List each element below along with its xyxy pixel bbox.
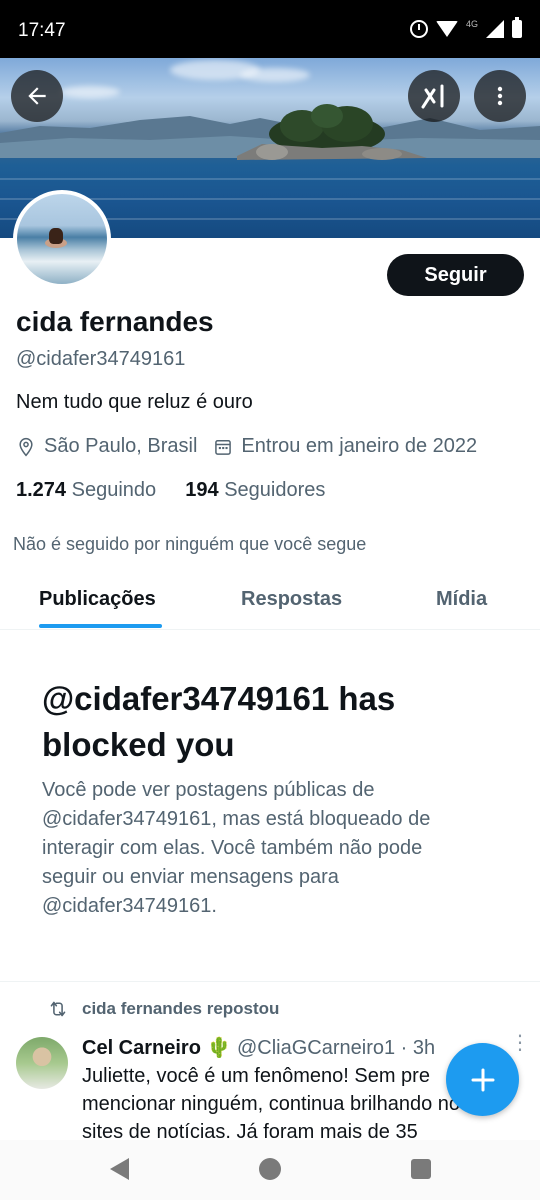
network-type-label: 4G [465,19,478,29]
wifi-icon [435,21,458,37]
following-label: Seguindo [71,479,157,501]
tweet-text[interactable]: Juliette, você é um fenômeno! Sem pre me… [82,1062,482,1140]
repost-icon [48,1000,68,1018]
status-icons: 4G [409,17,522,38]
profile-bio: Nem tudo que reluz é ouro [16,391,253,413]
calendar-icon [213,437,233,457]
profile-name: cida fernandes [16,306,214,337]
profile-meta: São Paulo, Brasil Entrou em janeiro de 2… [16,435,477,458]
more-options-button[interactable] [474,70,526,122]
tweet-author-handle[interactable]: @CliaGCarneiro1 [237,1037,395,1059]
grok-icon [421,84,444,109]
tab-midia[interactable]: Mídia [436,588,487,611]
blocked-title: @cidafer34749161 has blocked you [42,680,396,763]
alarm-icon [409,20,428,38]
profile-handle: @cidafer34749161 [16,348,186,370]
following-link[interactable]: 1.274 Seguindo [16,479,156,501]
cactus-emoji: 🌵 [206,1037,232,1059]
arrow-left-icon [28,87,46,105]
following-count: 1.274 [16,479,67,501]
tab-publicacoes[interactable]: Publicações [39,588,156,611]
repost-label: cida fernandes repostou [82,999,280,1018]
tweet-author-avatar[interactable] [16,1037,68,1089]
active-tab-indicator [39,624,162,628]
nav-recents-icon[interactable] [411,1159,431,1179]
tab-respostas[interactable]: Respostas [241,588,342,611]
more-vertical-icon [497,86,503,106]
tweet-time: · 3h [400,1037,436,1059]
signal-icon [486,20,504,38]
profile-stats: 1.274 Seguindo 194 Seguidores [16,479,325,502]
back-button[interactable] [11,70,63,122]
blocked-description: Você pode ver postagens públicas de @cid… [42,779,431,917]
island-graphic [237,104,427,160]
follow-button[interactable]: Seguir [387,254,524,296]
android-nav-bar [0,1140,540,1200]
grok-button[interactable] [408,70,460,122]
battery-icon [512,17,522,38]
followers-link[interactable]: 194 Seguidores [185,479,325,501]
nav-home-icon[interactable] [259,1158,281,1180]
location-icon [16,437,36,457]
followers-count: 194 [185,479,219,501]
tweet-author-name[interactable]: Cel Carneiro [82,1037,201,1059]
profile-joined: Entrou em janeiro de 2022 [241,435,478,457]
followers-label: Seguidores [224,479,326,501]
nav-back-icon[interactable] [110,1158,129,1180]
status-time: 17:47 [18,20,66,41]
tweet-more-icon[interactable]: ⋮ [510,1033,530,1053]
plus-icon [471,1068,494,1091]
compose-button[interactable] [446,1043,519,1116]
status-bar: 17:47 4G [0,0,540,58]
tweet-header: Cel Carneiro 🌵 @CliaGCarneiro1 · 3h [82,1035,435,1060]
repost-indicator: cida fernandes repostou [48,999,279,1019]
profile-avatar[interactable] [13,190,111,288]
divider [0,981,540,982]
profile-tabs: Publicações Respostas Mídia [0,570,540,630]
followed-by-text: Não é seguido por ninguém que você segue [13,534,367,554]
profile-location: São Paulo, Brasil [44,435,198,457]
